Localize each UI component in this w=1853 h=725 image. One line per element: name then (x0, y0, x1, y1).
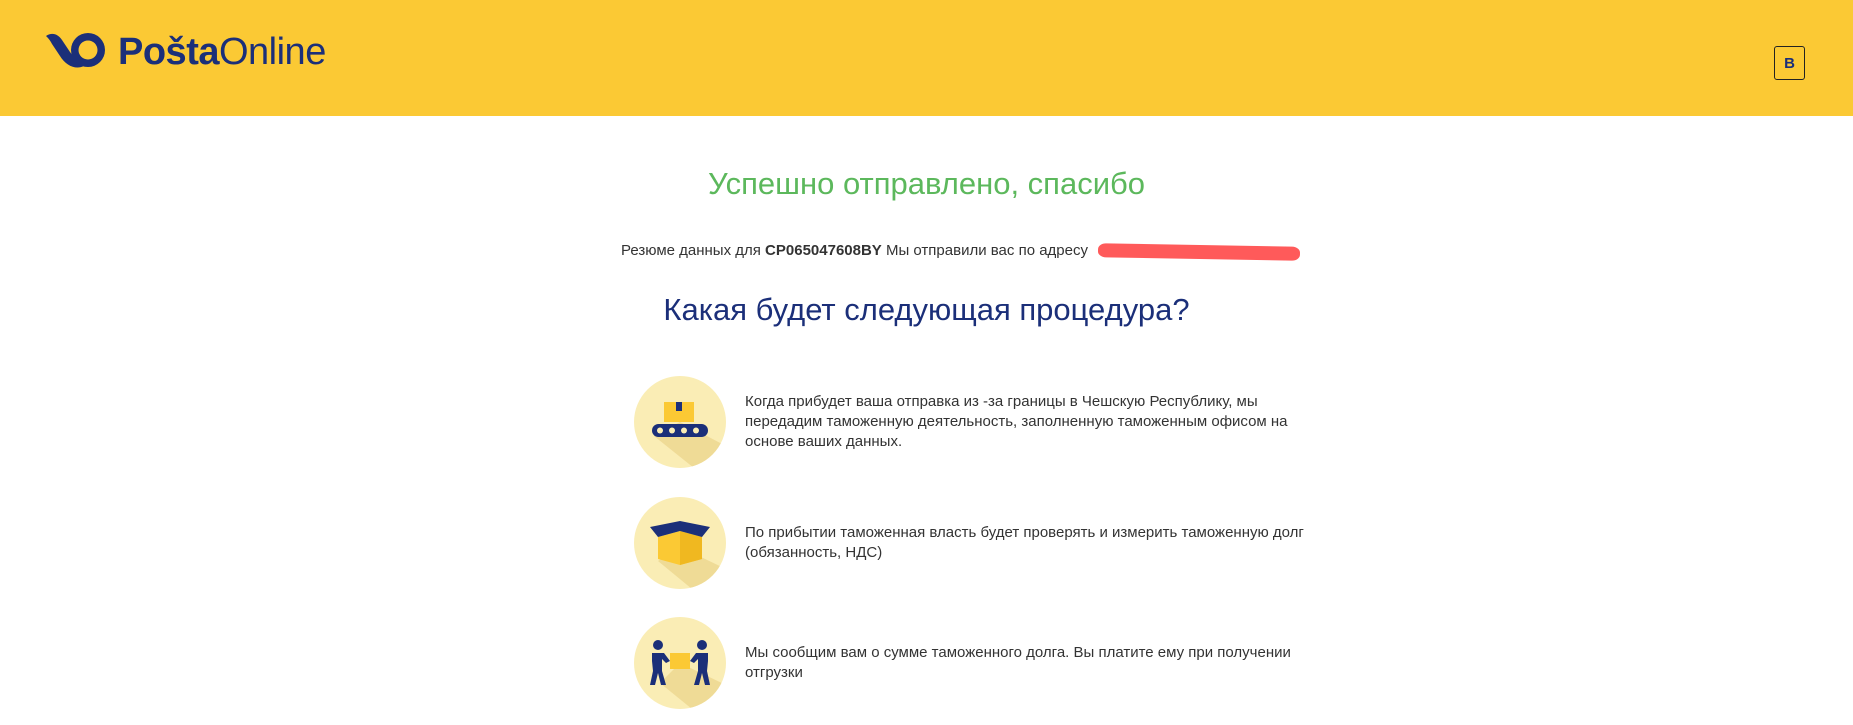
open-box-icon (634, 497, 726, 589)
next-steps-heading: Какая будет следующая процедура? (663, 292, 1190, 327)
summary-suffix: Мы отправили вас по адресу (881, 242, 1088, 259)
logo-text-online: Online (218, 31, 326, 73)
conveyor-package-icon (634, 376, 726, 468)
logo-text: PoštaOnline (118, 30, 326, 74)
people-carrying-box-icon (634, 617, 726, 709)
step-text-1: Когда прибудет ваша отправка из -за гран… (745, 393, 1288, 450)
posta-online-logo[interactable]: PoštaOnline (44, 30, 326, 74)
posthorn-logo-icon (46, 33, 105, 68)
redacted-email (1097, 243, 1301, 261)
language-button[interactable]: B (1774, 46, 1805, 80)
step-item-2: По прибытии таможенная власть будет пров… (634, 497, 1304, 589)
step-item-3: Мы сообщим вам о сумме таможенного долга… (634, 617, 1291, 709)
tracking-number: CP065047608BY (765, 242, 882, 259)
header-bar: PoštaOnline B (0, 0, 1853, 116)
logo-text-posta: Pošta (118, 31, 219, 73)
step-item-1: Когда прибудет ваша отправка из -за гран… (634, 376, 1288, 468)
summary-prefix: Резюме данных для (621, 242, 766, 259)
summary-text: Резюме данных для CP065047608BY Мы отпра… (621, 242, 1088, 259)
step-text-2: По прибытии таможенная власть будет пров… (745, 524, 1304, 561)
success-title: Успешно отправлено, спасибо (707, 166, 1146, 201)
step-text-3: Мы сообщим вам о сумме таможенного долга… (745, 644, 1291, 681)
